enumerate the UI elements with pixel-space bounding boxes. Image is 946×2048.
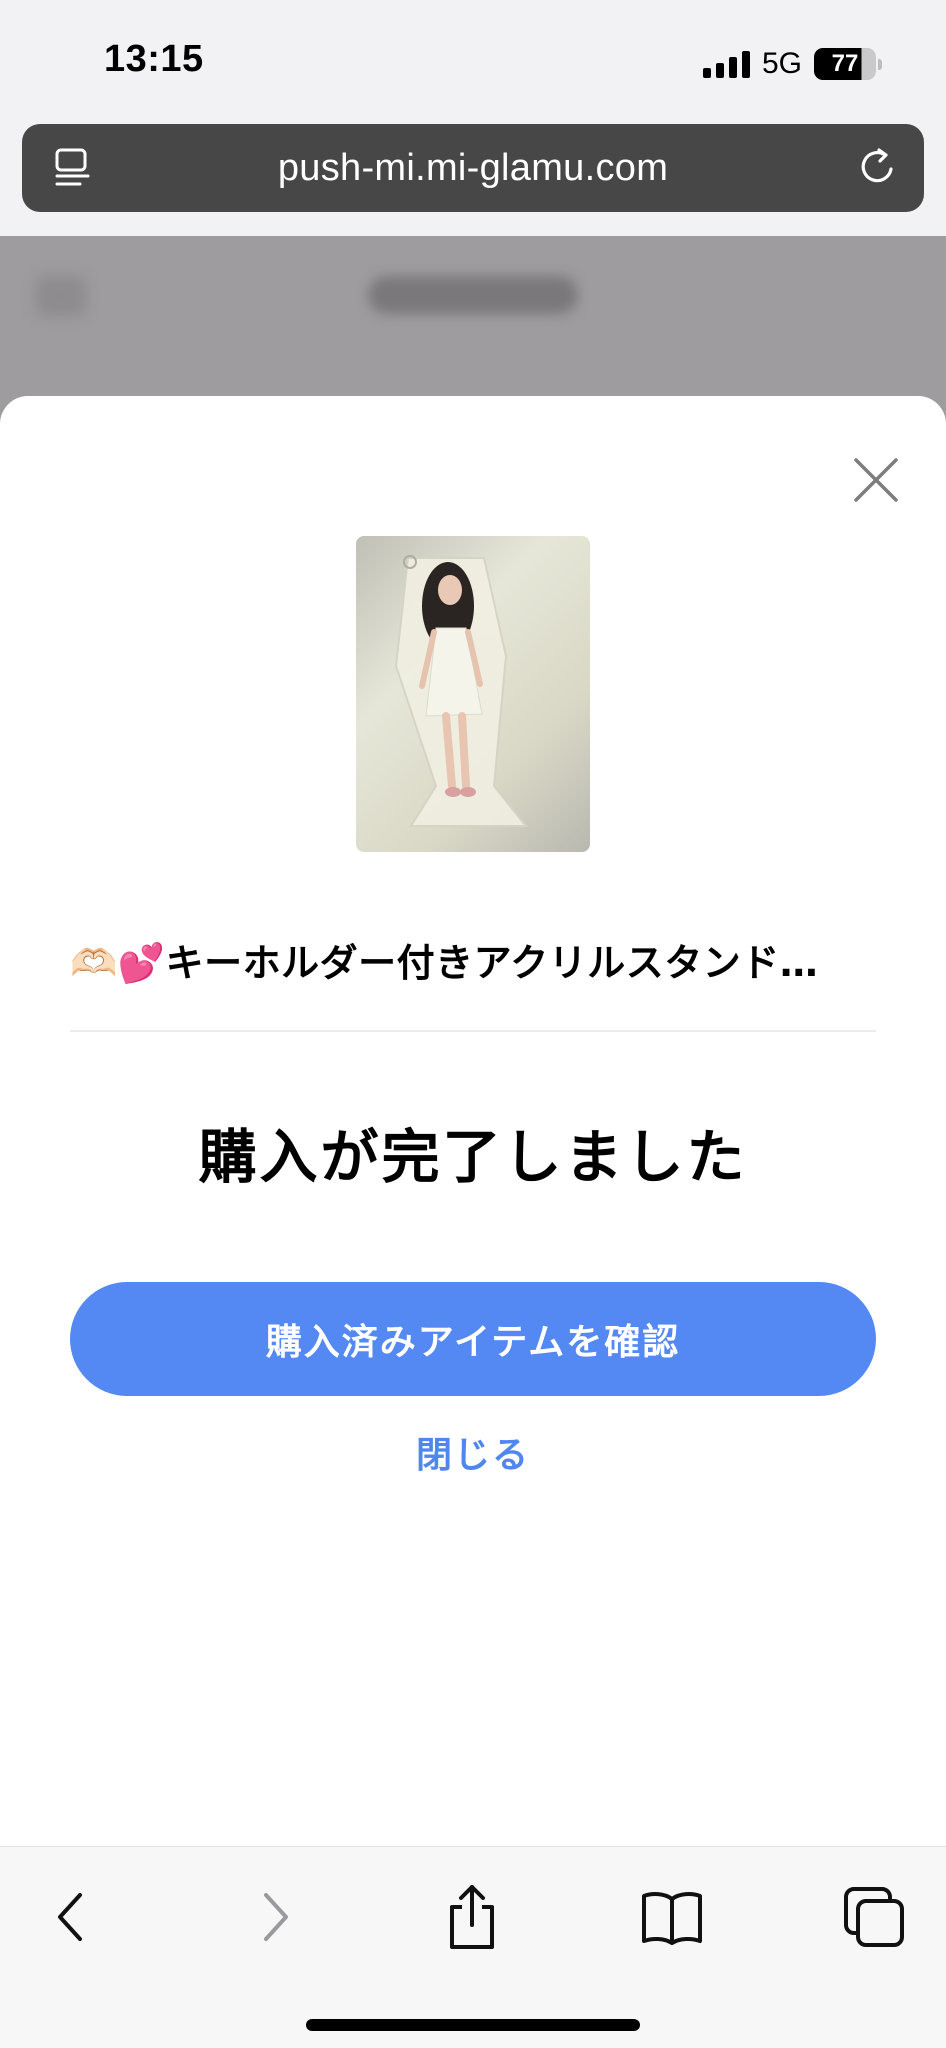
tabs-icon[interactable] xyxy=(838,1881,910,1953)
blurred-page-title xyxy=(368,276,578,314)
signal-strength-icon xyxy=(702,50,750,78)
reload-icon[interactable] xyxy=(854,144,900,190)
home-indicator xyxy=(306,2019,640,2031)
bookmarks-icon[interactable] xyxy=(636,1881,708,1953)
product-title: 🫶🏻💕キーホルダー付きアクリルスタンド… xyxy=(70,941,819,985)
network-type: 5G xyxy=(761,47,802,80)
blurred-menu-icon xyxy=(36,276,86,316)
purchase-complete-heading: 購入が完了しました xyxy=(198,1123,748,1191)
browser-toolbar xyxy=(0,1846,946,2048)
battery-icon: 77 xyxy=(814,48,882,80)
view-purchased-items-button[interactable]: 購入済みアイテムを確認 xyxy=(70,1282,876,1396)
url-text[interactable]: push-mi.mi-glamu.com xyxy=(278,147,668,190)
share-icon[interactable] xyxy=(436,1881,508,1953)
battery-level: 77 xyxy=(814,48,876,80)
close-link[interactable]: 閉じる xyxy=(0,1426,946,1478)
divider xyxy=(70,1030,876,1032)
status-bar: 13:15 5G 77 xyxy=(0,0,946,120)
page-menu-icon[interactable] xyxy=(52,146,96,190)
back-icon[interactable] xyxy=(36,1881,108,1953)
purchase-complete-sheet: 🫶🏻💕キーホルダー付きアクリルスタンド… 購入が完了しました 購入済みアイテムを… xyxy=(0,396,946,1846)
product-image xyxy=(356,536,590,852)
status-time: 13:15 xyxy=(104,38,204,80)
close-icon[interactable] xyxy=(848,452,904,508)
address-bar[interactable]: push-mi.mi-glamu.com xyxy=(22,124,924,212)
forward-icon[interactable] xyxy=(238,1881,310,1953)
status-indicators: 5G 77 xyxy=(702,44,882,84)
